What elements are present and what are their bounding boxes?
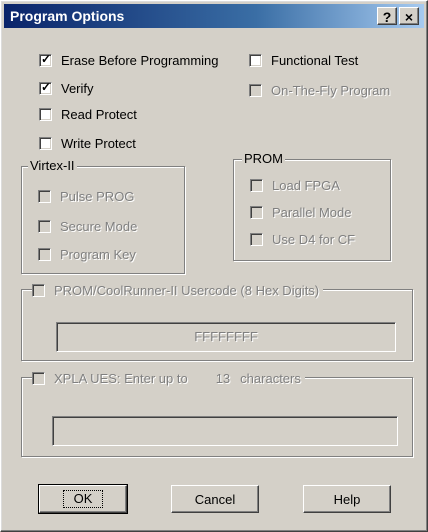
checkbox-box[interactable] — [39, 107, 52, 121]
ok-button-label: OK — [62, 490, 104, 508]
cancel-button-label: Cancel — [194, 491, 236, 507]
checkbox-box — [249, 83, 262, 97]
checkbox-box — [32, 283, 45, 297]
checkbox-box[interactable]: ✓ — [39, 79, 52, 95]
read-protect-label: Read Protect — [61, 106, 137, 122]
xpla-ues-count: 13 — [215, 370, 231, 386]
prom-group: PROM Load FPGA Parallel Mode Use D4 for … — [233, 151, 391, 261]
secure-mode-checkbox: Secure Mode — [38, 217, 137, 235]
checkbox-box — [250, 178, 263, 192]
usercode-label: PROM/CoolRunner-II Usercode (8 Hex Digit… — [54, 282, 320, 298]
xpla-ues-group: XPLA UES: Enter up to 13 characters — [21, 369, 413, 457]
checkbox-box[interactable]: ✓ — [39, 51, 52, 67]
parallel-mode-checkbox: Parallel Mode — [250, 203, 352, 221]
help-button[interactable]: Help — [303, 485, 391, 513]
load-fpga-checkbox: Load FPGA — [250, 176, 340, 194]
usercode-input: FFFFFFFF — [56, 322, 396, 352]
use-d4-checkbox: Use D4 for CF — [250, 230, 355, 248]
checkbox-box — [38, 247, 51, 261]
program-key-checkbox: Program Key — [38, 245, 136, 263]
prom-title: PROM — [242, 151, 285, 166]
on-the-fly-program-checkbox: On-The-Fly Program — [249, 81, 390, 99]
virtex-ii-group: Virtex-II Pulse PROG Secure Mode Program… — [21, 158, 185, 274]
ok-button[interactable]: OK — [38, 484, 128, 514]
checkmark-icon: ✓ — [41, 79, 52, 94]
functional-test-checkbox[interactable]: Functional Test — [249, 51, 358, 69]
close-icon[interactable]: × — [399, 7, 419, 25]
usercode-group: PROM/CoolRunner-II Usercode (8 Hex Digit… — [21, 281, 413, 361]
checkbox-box[interactable] — [39, 136, 52, 150]
usercode-checkbox: PROM/CoolRunner-II Usercode (8 Hex Digit… — [32, 281, 324, 299]
xpla-ues-input — [52, 416, 398, 446]
xpla-ues-checkbox: XPLA UES: Enter up to 13 characters — [32, 369, 305, 387]
help-title-button[interactable]: ? — [377, 7, 397, 25]
checkbox-box[interactable] — [249, 53, 262, 67]
program-key-label: Program Key — [60, 246, 136, 262]
help-button-label: Help — [333, 491, 361, 507]
pulse-prog-label: Pulse PROG — [60, 188, 135, 204]
window-title: Program Options — [10, 8, 125, 24]
erase-before-programming-checkbox[interactable]: ✓ Erase Before Programming — [39, 51, 219, 69]
write-protect-label: Write Protect — [61, 135, 136, 151]
verify-checkbox[interactable]: ✓ Verify — [39, 79, 94, 97]
checkbox-box — [250, 232, 263, 246]
title-bar[interactable]: Program Options ? × — [4, 4, 424, 28]
checkbox-box — [38, 189, 51, 203]
xpla-ues-characters-label: characters — [240, 370, 301, 386]
verify-label: Verify — [61, 80, 94, 96]
xpla-ues-label: XPLA UES: Enter up to — [54, 370, 188, 386]
program-options-dialog: Program Options ? × ✓ Erase Before Progr… — [0, 0, 428, 532]
checkbox-box — [38, 219, 51, 233]
use-d4-label: Use D4 for CF — [272, 231, 356, 247]
erase-label: Erase Before Programming — [61, 52, 219, 68]
write-protect-checkbox[interactable]: Write Protect — [39, 134, 136, 152]
parallel-mode-label: Parallel Mode — [272, 204, 352, 220]
virtex-ii-title: Virtex-II — [28, 158, 77, 173]
checkmark-icon: ✓ — [41, 51, 52, 66]
checkbox-box — [250, 205, 263, 219]
checkbox-box — [32, 371, 45, 385]
cancel-button[interactable]: Cancel — [171, 485, 259, 513]
functional-test-label: Functional Test — [271, 52, 359, 68]
secure-mode-label: Secure Mode — [60, 218, 138, 234]
on-the-fly-label: On-The-Fly Program — [271, 82, 391, 98]
load-fpga-label: Load FPGA — [272, 177, 340, 193]
read-protect-checkbox[interactable]: Read Protect — [39, 105, 137, 123]
pulse-prog-checkbox: Pulse PROG — [38, 187, 134, 205]
